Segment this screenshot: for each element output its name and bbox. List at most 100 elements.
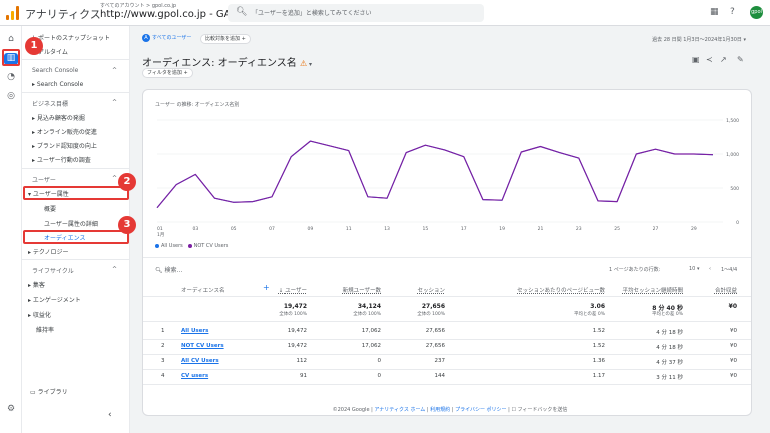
help-icon[interactable]: ? xyxy=(730,7,735,17)
chevron-down-icon: ▾ xyxy=(696,266,700,272)
date-range-selector[interactable]: 過去 28 日間 1月3日～2024年1月30日 ▾ xyxy=(652,36,746,43)
avg-duration-value: 4 分 18 秒 xyxy=(656,330,683,336)
sessions-value: 27,656 xyxy=(425,328,445,334)
sidebar-item-label: ライブラリ xyxy=(37,389,68,396)
footer-link-terms[interactable]: 利用規約 xyxy=(430,407,450,413)
share-icon[interactable]: ≺ xyxy=(706,55,713,64)
sidebar-item-attr-detail[interactable]: ユーザー属性の詳細 xyxy=(44,219,98,228)
sidebar-item-sales[interactable]: ▸ オンライン販売の促進 xyxy=(32,127,97,136)
chevron-up-icon[interactable]: ^ xyxy=(112,67,117,74)
plus-icon: + xyxy=(241,36,246,42)
chevron-up-icon[interactable]: ^ xyxy=(112,99,117,106)
page-title: オーディエンス: オーディエンス名 ⚠ ▾ xyxy=(142,54,312,69)
edit-pencil-icon[interactable]: ✎ xyxy=(737,55,744,64)
collapse-chevron-icon[interactable]: ‹ xyxy=(108,410,112,420)
sidebar-item-brand[interactable]: ▸ ブランド認知度の向上 xyxy=(32,141,97,150)
rows-per-page-select[interactable]: 10 ▾ xyxy=(689,266,699,272)
add-filter-button[interactable]: フィルタを追加 + xyxy=(142,68,193,78)
column-header-avg-session-duration[interactable]: 平均セッション継続時間 xyxy=(622,286,683,294)
chevron-up-icon[interactable]: ^ xyxy=(112,175,117,182)
annotation-box-1 xyxy=(2,49,20,66)
sidebar-item-leads[interactable]: ▸ 見込み顧客の発掘 xyxy=(32,113,85,122)
insights-icon[interactable]: ↗ xyxy=(720,55,727,64)
footer-feedback-link[interactable]: フィードバックを送信 xyxy=(518,407,568,413)
table-search-input[interactable]: 🔍︎ 検索... xyxy=(155,265,182,274)
audience-name-link[interactable]: All CV Users xyxy=(181,358,219,364)
sidebar-item-snapshot[interactable]: レポートのスナップショット xyxy=(32,33,110,42)
chevron-down-icon[interactable]: ▾ xyxy=(307,61,312,68)
column-header-pageviews-per-session[interactable]: セッションあたりのページビュー数 xyxy=(517,286,605,294)
search-input[interactable]: 🔍︎ 「ユーザーを追加」と検索してみてください xyxy=(228,4,484,22)
plus-icon: + xyxy=(183,70,188,76)
total-users-sub: 全体の 100% xyxy=(279,312,307,317)
sidebar-item-monetization[interactable]: ▸ 収益化 xyxy=(28,310,51,319)
series-line-all-users[interactable] xyxy=(156,140,714,209)
add-comparison-button[interactable]: 比較対象を追加 + xyxy=(200,34,251,44)
sidebar-item-label: ブランド認知度の向上 xyxy=(36,143,97,150)
pageviews-per-session-value: 1.52 xyxy=(592,343,605,349)
total-users: 19,472 xyxy=(283,303,307,310)
footer-link-privacy[interactable]: プライバシー ポリシー xyxy=(455,407,507,413)
revenue-value: ¥0 xyxy=(730,328,737,334)
column-header-users[interactable]: ↓ ユーザー xyxy=(279,286,307,294)
x-tick-label: 13 xyxy=(384,226,390,232)
sidebar-item-technology[interactable]: ▸ テクノロジー xyxy=(28,247,69,256)
footer-link-home[interactable]: アナリティクス ホーム xyxy=(374,407,425,413)
audience-name-link[interactable]: CV users xyxy=(181,373,208,379)
sidebar-item-library[interactable]: ▭ ライブラリ xyxy=(30,387,68,396)
sidebar-section-business[interactable]: ビジネス目標 xyxy=(32,99,68,108)
column-header-audience[interactable]: オーディエンス名 xyxy=(181,286,225,294)
audience-name-link[interactable]: NOT CV Users xyxy=(181,343,224,349)
date-range-label: 過去 28 日間 1月3日～2024年1月30日 xyxy=(652,37,742,43)
x-tick-label: 15 xyxy=(423,226,429,232)
column-header-total-revenue[interactable]: 合計収益 xyxy=(715,286,737,294)
customize-report-icon[interactable]: ▣ xyxy=(692,55,700,64)
avatar[interactable]: gpol xyxy=(750,6,763,19)
sidebar-item-overview[interactable]: 概要 xyxy=(44,204,56,213)
chevron-up-icon[interactable]: ^ xyxy=(112,266,117,273)
total-sessions-sub: 全体の 100% xyxy=(417,312,445,317)
sidebar-item-engagement[interactable]: ▸ エンゲージメント xyxy=(28,295,81,304)
app-name: アナリティクス xyxy=(25,8,101,21)
chart-legend: All Users NOT CV Users xyxy=(155,243,228,249)
table-row-divider xyxy=(143,369,751,370)
sidebar-item-acquisition[interactable]: ▸ 集客 xyxy=(28,280,45,289)
divider xyxy=(22,92,130,93)
line-chart[interactable]: 0 500 1,000 1,500 011月 03 05 07 09 11 13 15 17 19 21 23… xyxy=(143,90,753,245)
sidebar-item-label: エンゲージメント xyxy=(32,297,81,304)
all-users-chip[interactable]: A すべてのユーザー xyxy=(142,33,191,43)
pagination-prev-icon[interactable]: ‹ xyxy=(709,266,711,272)
add-dimension-plus-icon[interactable]: + xyxy=(263,283,270,292)
sidebar-section-search-console[interactable]: Search Console xyxy=(32,67,78,74)
rows-per-page-value: 10 xyxy=(689,266,696,272)
sidebar-item-behavior[interactable]: ▸ ユーザー行動の調査 xyxy=(32,155,91,164)
apps-grid-icon[interactable]: ▦ xyxy=(710,7,719,17)
column-header-sessions[interactable]: セッション xyxy=(417,286,445,294)
settings-gear-icon[interactable]: ⚙ xyxy=(4,404,18,416)
sidebar-item-search-console[interactable]: ▸ Search Console xyxy=(32,81,83,88)
account-breadcrumb[interactable]: すべてのアカウント > gpol.co.jp xyxy=(100,2,176,9)
column-header-new-users[interactable]: 新規ユーザー数 xyxy=(343,286,381,294)
new-users-value: 0 xyxy=(377,358,382,364)
report-card: ユーザー の推移: オーディエンス名別 0 500 1,000 1,500 01 1月 03… xyxy=(142,89,752,416)
sidebar-item-label: 集客 xyxy=(32,282,45,289)
x-tick-label: 11 xyxy=(346,226,352,232)
x-tick-label-month: 1月 xyxy=(157,232,164,238)
total-new-users: 34,124 xyxy=(357,303,381,310)
analytics-logo-icon[interactable] xyxy=(6,6,20,20)
sidebar-item-retention[interactable]: 維持率 xyxy=(36,325,54,334)
sessions-value: 144 xyxy=(434,373,446,379)
home-icon[interactable]: ⌂ xyxy=(4,34,18,46)
sidebar-section-lifecycle[interactable]: ライフサイクル xyxy=(32,266,74,275)
explore-icon[interactable]: ◔ xyxy=(4,72,18,84)
property-selector[interactable]: http://www.gpol.co.jp - GA4 ▾ xyxy=(100,9,242,20)
sessions-value: 237 xyxy=(434,358,446,364)
pagination-range: 1～4/4 xyxy=(721,267,738,273)
audience-name-link[interactable]: All Users xyxy=(181,328,208,334)
advertising-icon[interactable]: ◎ xyxy=(4,91,18,103)
series-line-not-cv-users[interactable] xyxy=(156,140,714,209)
chevron-down-icon: ▾ xyxy=(743,37,746,43)
sidebar-section-user[interactable]: ユーザー xyxy=(32,175,56,184)
x-tick-label: 05 xyxy=(231,226,237,232)
revenue-value: ¥0 xyxy=(730,373,737,379)
